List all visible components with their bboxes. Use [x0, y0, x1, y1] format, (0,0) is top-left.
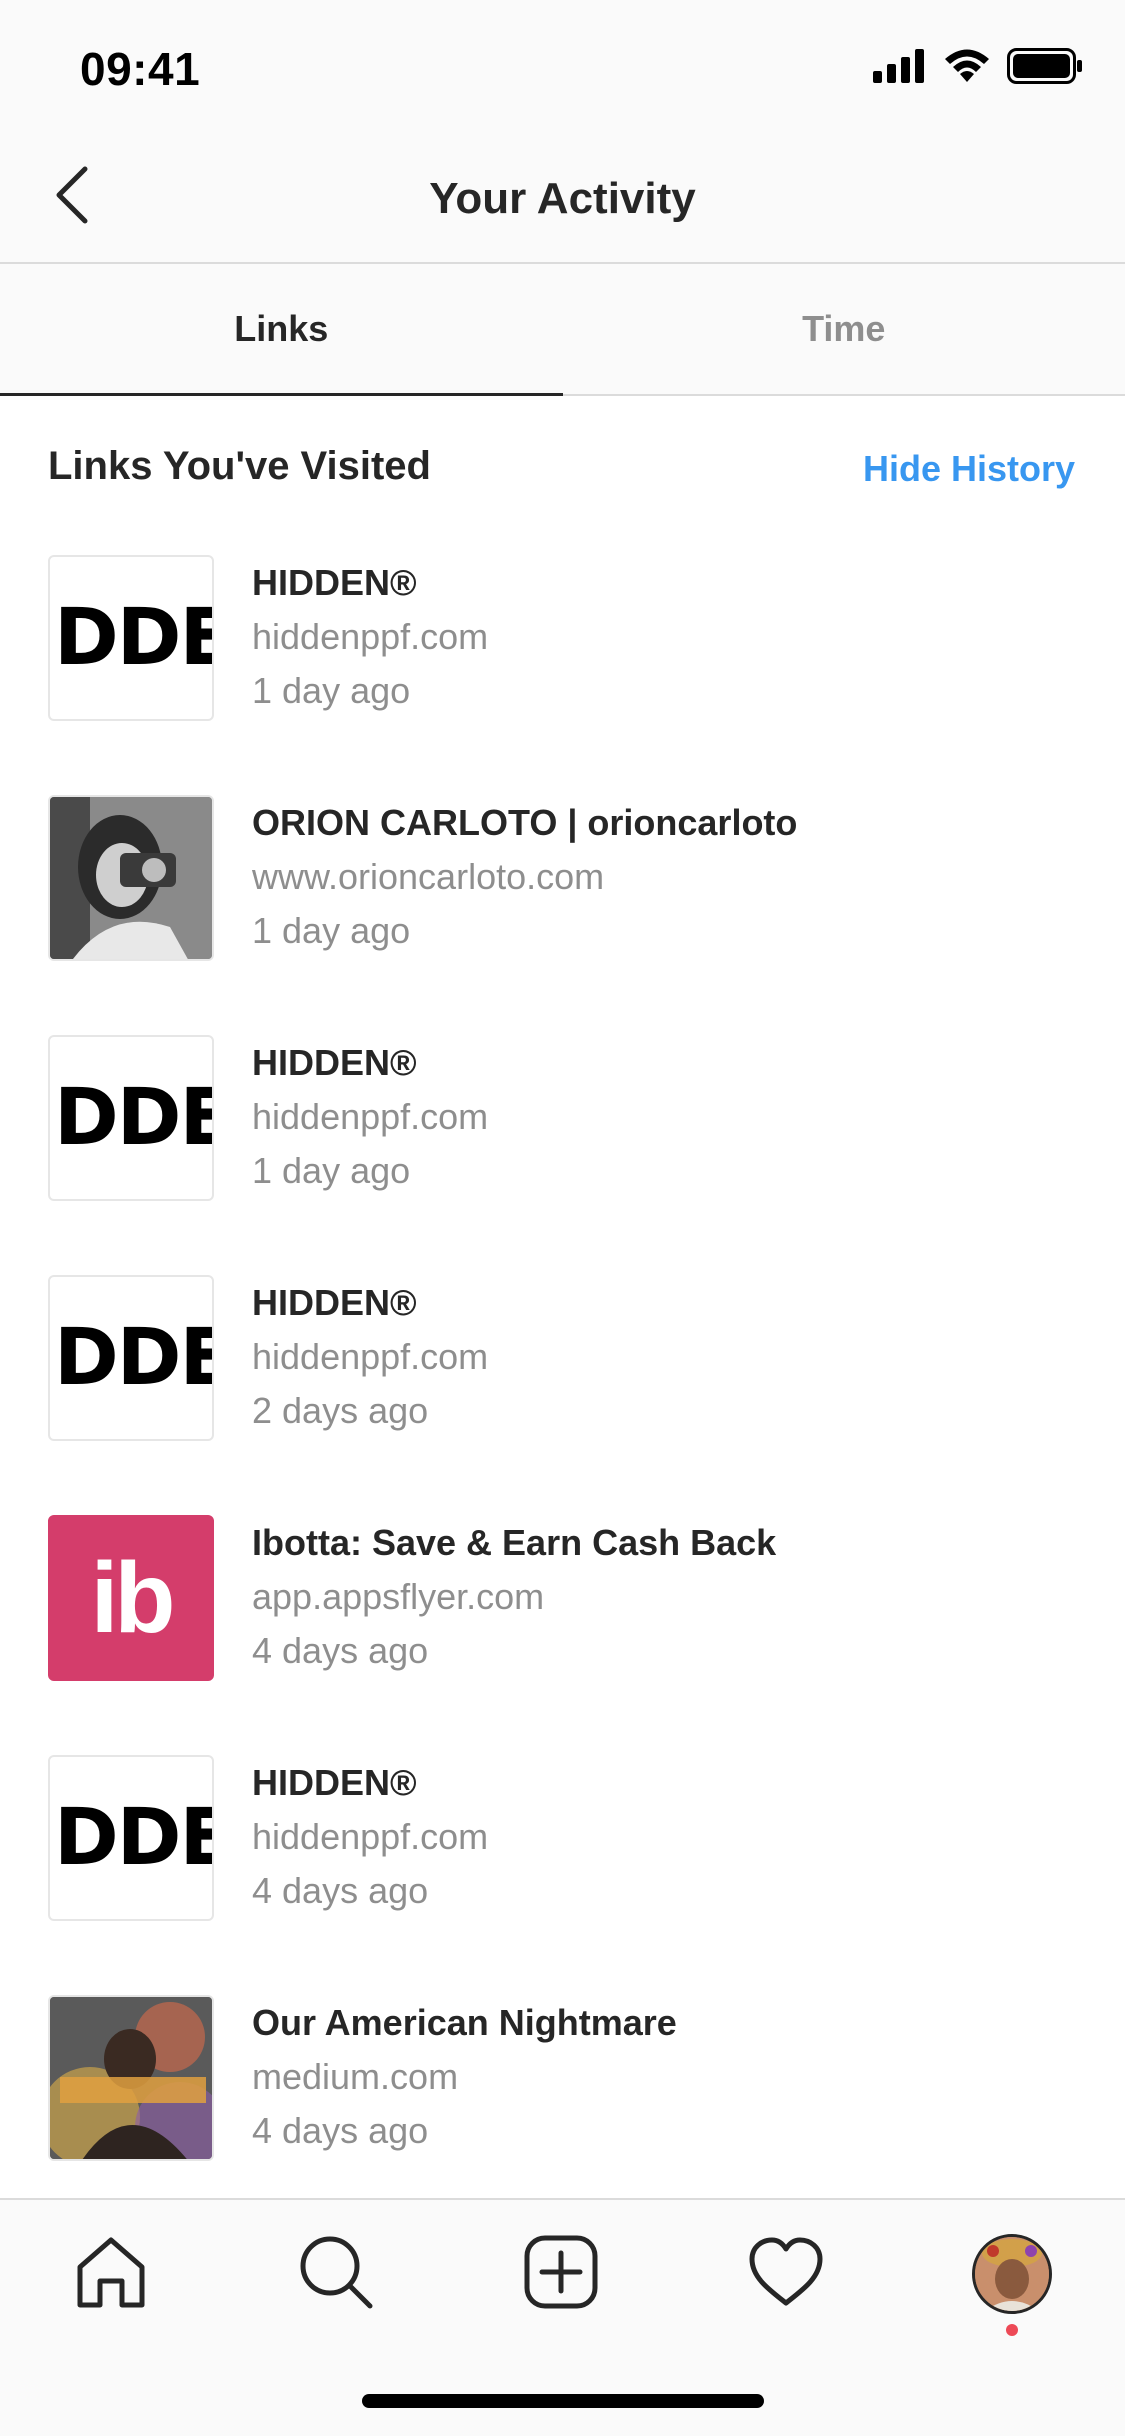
- link-thumbnail: [48, 795, 214, 961]
- active-tab-indicator: [0, 393, 563, 396]
- tab-bar: Links Time: [0, 264, 1125, 396]
- link-thumbnail: DDEI: [48, 1275, 214, 1441]
- link-title: HIDDEN®: [252, 562, 417, 603]
- link-thumbnail: ib: [48, 1515, 214, 1681]
- status-icons: [873, 47, 1083, 89]
- thumbnail-text: DDEI: [54, 1313, 212, 1403]
- list-item[interactable]: DDEI HIDDEN® hiddenppf.com 2 days ago: [0, 1275, 1125, 1515]
- link-text: HIDDEN® hiddenppf.com 2 days ago: [252, 1281, 488, 1433]
- new-post-icon: [524, 2235, 598, 2314]
- list-item[interactable]: ORION CARLOTO | orioncarloto www.orionca…: [0, 795, 1125, 1035]
- thumbnail-text: DDEI: [54, 1073, 212, 1163]
- page-title: Your Activity: [429, 174, 696, 223]
- link-text: ORION CARLOTO | orioncarloto www.orionca…: [252, 801, 797, 953]
- link-text: Ibotta: Save & Earn Cash Back app.appsfl…: [252, 1521, 776, 1673]
- links-list: DDEI HIDDEN® hiddenppf.com 1 day ago ORI…: [0, 555, 1125, 2235]
- link-title: HIDDEN®: [252, 1762, 417, 1803]
- link-text: Our American Nightmare medium.com 4 days…: [252, 2001, 677, 2153]
- list-item[interactable]: DDEI HIDDEN® hiddenppf.com 1 day ago: [0, 555, 1125, 795]
- link-title: Ibotta: Save & Earn Cash Back: [252, 1522, 777, 1563]
- nav-home[interactable]: [69, 2232, 153, 2316]
- nav-search[interactable]: [294, 2232, 378, 2316]
- tab-links[interactable]: Links: [0, 264, 563, 396]
- list-item[interactable]: DDEI HIDDEN® hiddenppf.com 4 days ago: [0, 1755, 1125, 1995]
- list-item[interactable]: DDEI HIDDEN® hiddenppf.com 1 day ago: [0, 1035, 1125, 1275]
- link-domain: hiddenppf.com: [252, 1096, 489, 1137]
- status-bar: 09:41: [0, 0, 1125, 132]
- link-thumbnail: [48, 1995, 214, 2161]
- link-domain: hiddenppf.com: [252, 616, 489, 657]
- link-thumbnail: DDEI: [48, 1035, 214, 1201]
- link-time: 1 day ago: [252, 910, 411, 951]
- link-time: 1 day ago: [252, 1150, 411, 1191]
- link-domain: app.appsflyer.com: [252, 1576, 545, 1617]
- nav-new-post[interactable]: [519, 2232, 603, 2316]
- link-domain: hiddenppf.com: [252, 1336, 489, 1377]
- thumbnail-text: ib: [90, 1541, 176, 1654]
- link-domain: www.orioncarloto.com: [252, 856, 605, 897]
- link-domain: medium.com: [252, 2056, 459, 2097]
- link-text: HIDDEN® hiddenppf.com 4 days ago: [252, 1761, 488, 1913]
- signal-icon: [873, 48, 927, 88]
- wifi-icon: [943, 48, 991, 89]
- link-text: HIDDEN® hiddenppf.com 1 day ago: [252, 1041, 488, 1193]
- hide-history-button[interactable]: Hide History: [863, 448, 1075, 490]
- home-indicator: [362, 2394, 764, 2408]
- link-thumbnail: DDEI: [48, 1755, 214, 1921]
- link-time: 4 days ago: [252, 2110, 429, 2151]
- link-time: 2 days ago: [252, 1390, 429, 1431]
- nav-activity[interactable]: [744, 2232, 828, 2316]
- list-item[interactable]: ib Ibotta: Save & Earn Cash Back app.app…: [0, 1515, 1125, 1755]
- thumbnail-text: DDEI: [54, 1793, 212, 1883]
- photo-thumbnail-image: [50, 797, 212, 959]
- battery-icon: [1007, 47, 1083, 89]
- link-domain: hiddenppf.com: [252, 1816, 489, 1857]
- link-thumbnail: DDEI: [48, 555, 214, 721]
- section-title: Links You've Visited: [48, 444, 431, 488]
- link-text: HIDDEN® hiddenppf.com 1 day ago: [252, 561, 488, 713]
- profile-avatar: [972, 2234, 1052, 2314]
- status-time: 09:41: [80, 43, 201, 95]
- tab-label: Links: [234, 308, 329, 349]
- header: Your Activity: [0, 132, 1125, 264]
- tab-label: Time: [802, 308, 886, 349]
- tab-time[interactable]: Time: [563, 264, 1125, 394]
- search-icon: [298, 2234, 374, 2315]
- nav-profile[interactable]: [970, 2232, 1054, 2316]
- link-title: ORION CARLOTO | orioncarloto: [252, 802, 798, 843]
- link-time: 1 day ago: [252, 670, 411, 711]
- activity-heart-icon: [748, 2237, 824, 2312]
- home-icon: [74, 2235, 148, 2314]
- notification-dot: [1006, 2324, 1018, 2336]
- link-time: 4 days ago: [252, 1870, 429, 1911]
- link-time: 4 days ago: [252, 1630, 429, 1671]
- link-title: Our American Nightmare: [252, 2002, 677, 2043]
- thumbnail-text: DDEI: [54, 593, 212, 683]
- article-thumbnail-image: [50, 1997, 212, 2159]
- link-title: HIDDEN®: [252, 1042, 417, 1083]
- link-title: HIDDEN®: [252, 1282, 417, 1323]
